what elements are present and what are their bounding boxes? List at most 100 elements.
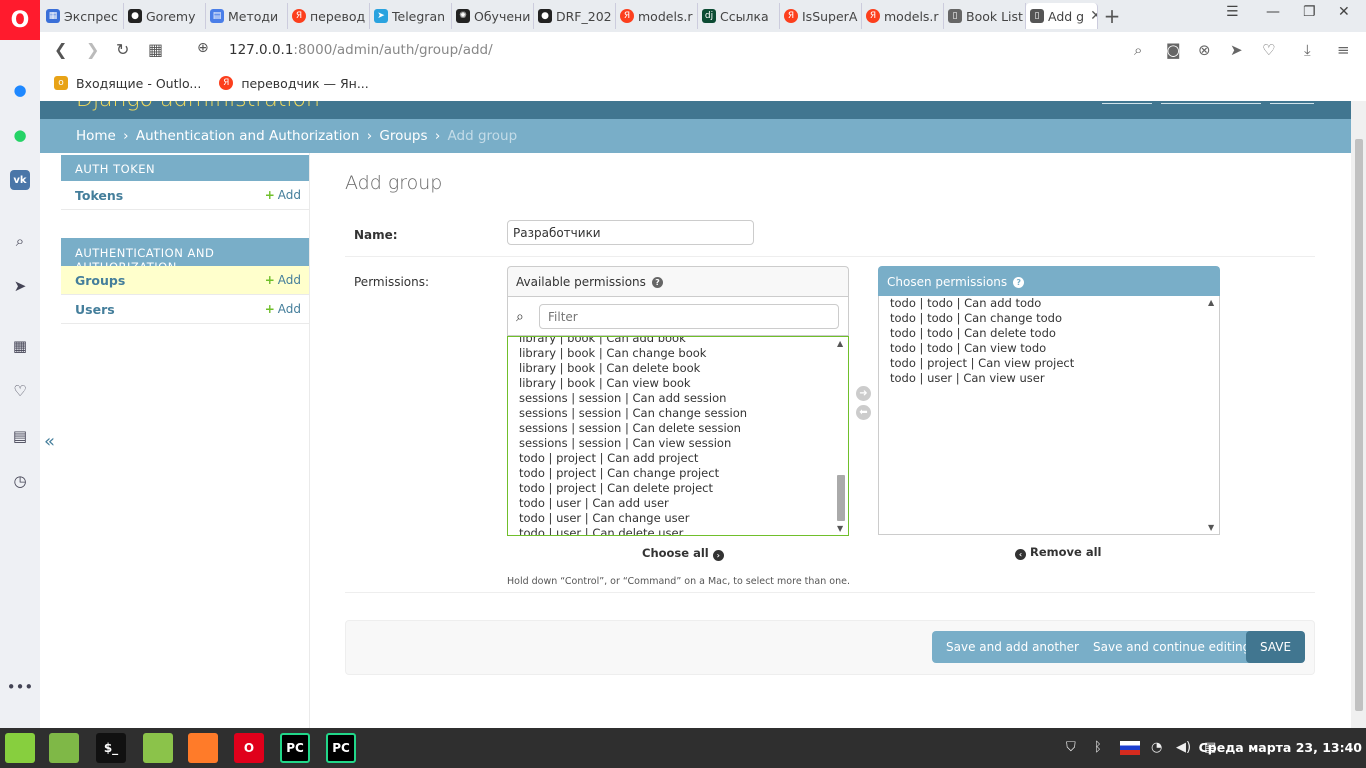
url-field[interactable]: 127.0.0.1:8000/admin/auth/group/add/	[229, 42, 493, 58]
permission-option[interactable]: todo | todo | Can view todo	[879, 341, 1205, 356]
bookmark-outlook[interactable]: o Входящие - Outlo...	[54, 76, 201, 91]
browser-tab[interactable]: ● Goremy	[124, 3, 206, 29]
page-scroll-thumb[interactable]	[1355, 139, 1363, 711]
firefox-icon[interactable]	[188, 733, 218, 763]
browser-tab[interactable]: Яперевод	[288, 3, 370, 29]
permission-option[interactable]: todo | project | Can change project	[508, 466, 834, 481]
terminal-icon[interactable]: $_	[96, 733, 126, 763]
name-field[interactable]	[507, 220, 754, 245]
model-link-users[interactable]: Users	[75, 302, 115, 317]
news-icon[interactable]: ▤	[10, 426, 30, 446]
choose-all-link[interactable]: Choose all ›	[642, 546, 724, 561]
close-tab-icon[interactable]: ✕	[1090, 8, 1097, 24]
model-link-groups[interactable]: Groups	[75, 273, 125, 288]
permission-option[interactable]: todo | user | Can view user	[879, 371, 1205, 386]
keyboard-layout-icon[interactable]	[1120, 741, 1140, 755]
site-brand[interactable]: Django administration	[76, 101, 320, 112]
header-link[interactable]	[1161, 101, 1261, 104]
pycharm-icon[interactable]: PC	[326, 733, 356, 763]
pycharm-icon[interactable]: PC	[280, 733, 310, 763]
tab-menu-icon[interactable]: ☰	[1226, 4, 1239, 20]
permission-option[interactable]: todo | todo | Can change todo	[879, 311, 1205, 326]
permission-option[interactable]: sessions | session | Can change session	[508, 406, 834, 421]
messenger-icon[interactable]: ●	[10, 80, 30, 100]
page-scrollbar[interactable]	[1351, 101, 1366, 728]
scroll-thumb[interactable]	[837, 475, 845, 521]
save-and-continue-button[interactable]: Save and continue editing	[1079, 631, 1265, 663]
permission-option[interactable]: library | book | Can view book	[508, 376, 834, 391]
module-caption[interactable]: Authentication and Authorization	[61, 238, 309, 274]
permission-option[interactable]: sessions | session | Can delete session	[508, 421, 834, 436]
model-link-tokens[interactable]: Tokens	[75, 188, 123, 203]
toggle-nav-sidebar-button[interactable]: «	[44, 431, 55, 452]
scrollbar[interactable]: ▲ ▼	[834, 337, 848, 535]
shield-icon[interactable]: ⛉	[1066, 740, 1076, 755]
files-icon[interactable]	[49, 733, 79, 763]
browser-tab-active[interactable]: ▯ Add g ✕	[1026, 3, 1098, 29]
browser-tab[interactable]: ▦ Экспрес	[42, 3, 124, 29]
browser-tab[interactable]: ▯ Book List	[944, 3, 1026, 29]
browser-tab[interactable]: ✺ Обучени	[452, 3, 534, 29]
wifi-icon[interactable]: ◔	[1151, 740, 1162, 755]
scroll-up-icon[interactable]: ▲	[1208, 298, 1214, 307]
forward-icon[interactable]: ❯	[86, 40, 99, 59]
new-tab-icon[interactable]: +	[1098, 3, 1126, 29]
add-users-link[interactable]: + Add	[265, 302, 301, 316]
close-window-icon[interactable]: ✕	[1338, 4, 1350, 20]
browser-tab[interactable]: Я IsSuperA	[780, 3, 862, 29]
help-icon[interactable]: ?	[651, 277, 663, 288]
permission-option[interactable]: todo | user | Can add user	[508, 496, 834, 511]
more-icon[interactable]: •••	[7, 677, 34, 697]
header-link[interactable]	[1270, 101, 1314, 104]
browser-tab[interactable]: Яmodels.r	[862, 3, 944, 29]
send-icon[interactable]: ➤	[10, 276, 30, 296]
permission-option[interactable]: todo | user | Can delete user	[508, 526, 834, 535]
permission-option[interactable]: todo | user | Can change user	[508, 511, 834, 526]
volume-icon[interactable]: ◀)	[1176, 740, 1191, 755]
settings-icon[interactable]: ≡	[1337, 41, 1350, 59]
scroll-up-icon[interactable]: ▲	[837, 339, 843, 348]
breadcrumb-model[interactable]: Groups	[379, 128, 427, 144]
save-button[interactable]: SAVE	[1246, 631, 1306, 663]
permission-option[interactable]: todo | todo | Can delete todo	[879, 326, 1205, 341]
site-info-icon[interactable]: ⊕	[197, 40, 209, 56]
add-tokens-link[interactable]: + Add	[265, 188, 301, 202]
browser-tab[interactable]: ● DRF_202	[534, 3, 616, 29]
permission-option[interactable]: library | book | Can add book	[508, 337, 834, 346]
chosen-permissions-select[interactable]: todo | todo | Can add todo todo | todo | …	[878, 296, 1220, 535]
heart-icon[interactable]: ♡	[1262, 41, 1275, 59]
maximize-icon[interactable]: ❐	[1303, 4, 1316, 20]
filter-input[interactable]	[539, 304, 839, 329]
clock[interactable]: Среда марта 23, 13:40	[1199, 740, 1362, 755]
browser-tab[interactable]: ▤ Методи	[206, 3, 288, 29]
search-page-icon[interactable]: ⌕	[1134, 41, 1142, 59]
help-icon[interactable]: ?	[1013, 277, 1025, 288]
bookmarks-heart-icon[interactable]: ♡	[10, 381, 30, 401]
download-icon[interactable]: ⤓	[1304, 41, 1311, 59]
permission-option[interactable]: todo | project | Can view project	[879, 356, 1205, 371]
browser-tab[interactable]: ➤ Telegran	[370, 3, 452, 29]
breadcrumb-app[interactable]: Authentication and Authorization	[136, 128, 360, 144]
scroll-down-icon[interactable]: ▼	[837, 524, 843, 533]
permission-option[interactable]: sessions | session | Can view session	[508, 436, 834, 451]
available-permissions-select[interactable]: library | book | Can add book library | b…	[507, 336, 849, 536]
history-icon[interactable]: ◷	[10, 471, 30, 491]
minimize-icon[interactable]: —	[1266, 4, 1280, 20]
permission-option[interactable]: library | book | Can change book	[508, 346, 834, 361]
permission-option[interactable]: todo | project | Can add project	[508, 451, 834, 466]
whatsapp-icon[interactable]: ●	[10, 125, 30, 145]
opera-icon[interactable]: O	[234, 733, 264, 763]
save-and-add-another-button[interactable]: Save and add another	[932, 631, 1093, 663]
send-icon[interactable]: ➤	[1230, 41, 1243, 59]
folder-icon[interactable]	[143, 733, 173, 763]
permission-option[interactable]: sessions | session | Can add session	[508, 391, 834, 406]
remove-all-link[interactable]: ‹ Remove all	[1015, 545, 1102, 560]
scroll-down-icon[interactable]: ▼	[1208, 523, 1214, 532]
remove-selected-button[interactable]: ⬅	[856, 405, 871, 420]
tabs-grid-icon[interactable]: ▦	[148, 40, 163, 59]
speed-dial-icon[interactable]: ▦	[10, 336, 30, 356]
add-groups-link[interactable]: + Add	[265, 273, 301, 287]
back-icon[interactable]: ❮	[54, 40, 67, 59]
vk-icon[interactable]: vk	[10, 170, 30, 190]
bookmark-translator[interactable]: Я переводчик — Ян...	[219, 76, 369, 91]
